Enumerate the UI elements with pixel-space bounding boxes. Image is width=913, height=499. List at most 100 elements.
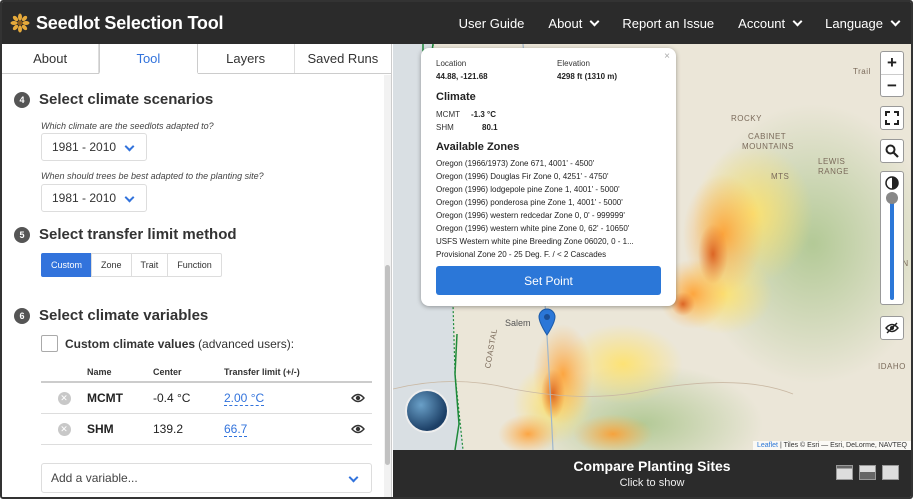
header-name: Name <box>87 366 112 377</box>
zone-item: Provisional Zone 20 - 25 Deg. F. / < 2 C… <box>436 250 607 259</box>
nav-language[interactable]: Language <box>813 16 911 31</box>
custom-values-note: (advanced users): <box>198 336 295 351</box>
set-point-button[interactable]: Set Point <box>436 266 661 295</box>
close-icon[interactable]: × <box>664 51 670 62</box>
app-title: Seedlot Selection Tool <box>36 12 224 33</box>
brand[interactable]: Seedlot Selection Tool <box>10 13 223 34</box>
opacity-track[interactable] <box>886 192 898 300</box>
eye-icon[interactable] <box>351 424 365 434</box>
method-function-button[interactable]: Function <box>167 253 222 277</box>
compare-sites-bar[interactable]: Compare Planting Sites Click to show <box>393 450 911 497</box>
eye-icon[interactable] <box>351 393 365 403</box>
chevron-down-icon <box>890 16 901 26</box>
seedlot-climate-value: 1981 - 2010 <box>52 140 117 154</box>
seedlot-climate-question: Which climate are the seedlots adapted t… <box>41 121 214 131</box>
attribution-text: | Tiles © Esri — Esri, DeLorme, NAVTEQ <box>778 442 907 449</box>
map-place-label: RANGE <box>818 167 849 176</box>
chevron-down-icon <box>124 141 135 152</box>
app-frame: Seedlot Selection Tool User Guide About … <box>0 0 913 499</box>
remove-variable-icon[interactable]: ✕ <box>57 391 71 405</box>
zone-item: Oregon (1966/1973) Zone 671, 4001' - 450… <box>436 159 595 168</box>
tab-about[interactable]: About <box>2 44 100 73</box>
nav-user-guide[interactable]: User Guide <box>447 16 537 31</box>
nav-report-issue-label: Report an Issue <box>622 15 715 31</box>
method-custom-button[interactable]: Custom <box>41 253 93 277</box>
method-zone-button[interactable]: Zone <box>91 253 132 277</box>
nav-about[interactable]: About <box>536 16 610 31</box>
opacity-icon <box>885 176 899 190</box>
zone-item: Oregon (1996) ponderosa pine Zone 1, 400… <box>436 198 623 207</box>
chevron-down-icon <box>348 472 359 483</box>
zoom-in-button[interactable]: + <box>881 52 903 74</box>
climate-var-name: MCMT <box>436 110 460 119</box>
nav-report-issue[interactable]: Report an Issue <box>610 16 726 31</box>
zone-item: Oregon (1996) western redcedar Zone 0, 0… <box>436 211 625 220</box>
layout-split-icon[interactable] <box>836 465 853 480</box>
transfer-limit-link[interactable]: 2.00 °C <box>224 391 265 406</box>
point-info-popup: × Location 44.88, -121.68 Elevation 4298… <box>421 48 676 306</box>
table-row: ✕ SHM 139.2 66.7 <box>41 414 372 445</box>
nav-menu: User Guide About Report an Issue Account… <box>447 2 911 44</box>
nav-user-guide-label: User Guide <box>458 15 525 31</box>
seed-logo-icon <box>10 13 30 33</box>
zone-item: Oregon (1996) lodgepole pine Zone 1, 400… <box>436 185 620 194</box>
fullscreen-icon <box>885 111 899 125</box>
basemap-globe-icon[interactable] <box>405 389 449 433</box>
header-limit: Transfer limit (+/-) <box>224 366 300 377</box>
map-attribution: Leaflet | Tiles © Esri — Esri, DeLorme, … <box>752 441 911 450</box>
zoom-control: + − <box>880 51 904 97</box>
variable-name: MCMT <box>87 391 123 405</box>
step-title: Select climate variables <box>39 307 209 324</box>
step-5-header: 5 Select transfer limit method <box>14 226 237 243</box>
climate-var-value: -1.3 °C <box>471 110 496 119</box>
map-place-label: MTS <box>771 172 790 181</box>
add-variable-placeholder: Add a variable... <box>51 471 138 485</box>
custom-values-row: Custom climate values (advanced users): <box>41 335 294 352</box>
planting-climate-select[interactable]: 1981 - 2010 <box>41 184 147 212</box>
opacity-handle[interactable] <box>886 192 898 204</box>
climate-var-value: 80.1 <box>482 123 498 132</box>
layout-full-icon[interactable] <box>882 465 899 480</box>
map-place-label: CABINET <box>748 132 787 141</box>
climate-var-name: SHM <box>436 123 454 132</box>
zone-item: Oregon (1996) western white pine Zone 0,… <box>436 224 630 233</box>
climate-heading: Climate <box>436 91 476 103</box>
tab-tool[interactable]: Tool <box>99 44 198 74</box>
map-search-button[interactable] <box>880 139 904 163</box>
table-header: Name Center Transfer limit (+/-) <box>41 362 372 383</box>
leaflet-link[interactable]: Leaflet <box>757 442 778 449</box>
chevron-down-icon <box>124 192 135 203</box>
layout-toggle-group <box>830 465 899 480</box>
visibility-toggle-button[interactable] <box>880 316 904 340</box>
zoom-out-button[interactable]: − <box>881 74 903 96</box>
remove-variable-icon[interactable]: ✕ <box>57 422 71 436</box>
top-navbar: Seedlot Selection Tool User Guide About … <box>2 2 911 44</box>
sidebar-tabs: About Tool Layers Saved Runs <box>2 44 391 74</box>
seedlot-climate-select[interactable]: 1981 - 2010 <box>41 133 147 161</box>
tab-saved-runs[interactable]: Saved Runs <box>295 44 391 73</box>
map-marker-icon[interactable] <box>538 308 556 336</box>
zone-item: Oregon (1996) Douglas Fir Zone 0, 4251' … <box>436 172 609 181</box>
location-label: Location <box>436 59 467 68</box>
add-variable-select[interactable]: Add a variable... <box>41 463 372 493</box>
zone-item: USFS Western white pine Breeding Zone 06… <box>436 237 634 246</box>
method-trait-button[interactable]: Trait <box>130 253 169 277</box>
chevron-down-icon <box>589 16 600 26</box>
sidebar-scrollbar[interactable] <box>384 75 391 497</box>
transfer-limit-link[interactable]: 66.7 <box>224 422 248 437</box>
tab-layers[interactable]: Layers <box>198 44 295 73</box>
custom-values-checkbox[interactable] <box>41 335 58 352</box>
layout-bottom-icon[interactable] <box>859 465 876 480</box>
scrollbar-thumb[interactable] <box>385 265 390 465</box>
location-value: 44.88, -121.68 <box>436 72 488 81</box>
fullscreen-button[interactable] <box>880 106 904 130</box>
nav-account[interactable]: Account <box>726 16 813 31</box>
step-number: 6 <box>14 307 30 324</box>
planting-climate-value: 1981 - 2010 <box>52 191 117 205</box>
chevron-down-icon <box>792 16 803 26</box>
nav-account-label: Account <box>738 15 786 31</box>
elevation-label: Elevation <box>557 59 590 68</box>
opacity-slider[interactable] <box>880 171 904 305</box>
nav-language-label: Language <box>825 15 883 31</box>
variable-center: -0.4 °C <box>153 391 191 405</box>
